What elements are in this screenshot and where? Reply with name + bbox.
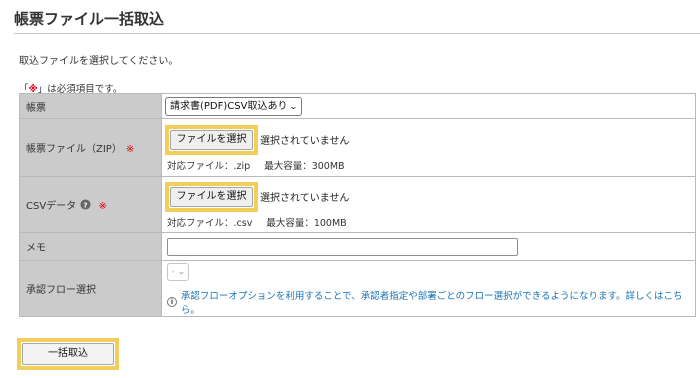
form-row-zip-file: 帳票ファイル（ZIP） ※ ファイルを選択 選択されていません 対応ファイル：.z… bbox=[19, 118, 696, 177]
import-form-table: 帳票 請求書(PDF)CSV取込あり ⌄ 帳票ファイル（ZIP） ※ ファイルを選択… bbox=[19, 93, 696, 317]
form-row-approval-flow: 承認フロー選択 - ⌄ i 承認フローオプションを利用することで、承認者指定や部署… bbox=[19, 260, 696, 317]
zip-file-spec: 対応ファイル：.zip 最大容量：300MB bbox=[167, 158, 695, 172]
zip-file-picker: ファイルを選択 選択されていません bbox=[165, 124, 695, 156]
approval-flow-value-cell: - ⌄ i 承認フローオプションを利用することで、承認者指定や部署ごとのフロー選択… bbox=[161, 260, 696, 317]
zip-spec-size: 最大容量：300MB bbox=[264, 160, 345, 172]
chevron-down-icon: ⌄ bbox=[176, 267, 186, 276]
template-select[interactable]: 請求書(PDF)CSV取込あり ⌄ bbox=[165, 96, 303, 116]
approval-flow-info: i 承認フローオプションを利用することで、承認者指定や部署ごとのフロー選択ができ… bbox=[167, 288, 695, 316]
page-title: 帳票ファイル一括取込 bbox=[14, 10, 165, 28]
csv-file-value-cell: ファイルを選択 選択されていません 対応ファイル：.csv 最大容量：100MB bbox=[161, 176, 696, 233]
zip-file-label-cell: 帳票ファイル（ZIP） ※ bbox=[19, 118, 162, 177]
approval-flow-select[interactable]: - ⌄ bbox=[167, 263, 189, 281]
csv-file-picker: ファイルを選択 選択されていません bbox=[165, 181, 695, 213]
template-select-value: 請求書(PDF)CSV取込あり bbox=[170, 100, 288, 112]
svg-text:?: ? bbox=[84, 200, 88, 209]
template-value-cell: 請求書(PDF)CSV取込あり ⌄ bbox=[161, 93, 696, 119]
form-row-memo: メモ bbox=[19, 232, 696, 261]
instruction-text: 取込ファイルを選択してください。 bbox=[19, 56, 179, 67]
zip-file-button-highlight: ファイルを選択 bbox=[165, 124, 258, 155]
zip-file-label: 帳票ファイル（ZIP） bbox=[26, 144, 122, 155]
required-mark: ※ bbox=[98, 201, 107, 212]
memo-label: メモ bbox=[19, 232, 162, 261]
zip-file-select-button[interactable]: ファイルを選択 bbox=[170, 129, 253, 150]
zip-file-status: 選択されていません bbox=[260, 136, 350, 147]
memo-value-cell bbox=[161, 232, 696, 261]
bulk-import-button[interactable]: 一括取込 bbox=[22, 343, 114, 365]
csv-file-status: 選択されていません bbox=[260, 193, 350, 204]
memo-input[interactable] bbox=[167, 237, 518, 256]
approval-flow-info-link[interactable]: 承認フローオプションを利用することで、承認者指定や部署ごとのフロー選択ができるよ… bbox=[181, 288, 695, 316]
submit-button-highlight: 一括取込 bbox=[17, 338, 119, 370]
csv-spec-type: 対応ファイル：.csv bbox=[167, 217, 253, 229]
csv-file-label: CSVデータ bbox=[26, 201, 77, 212]
template-label: 帳票 bbox=[19, 93, 162, 119]
csv-file-button-highlight: ファイルを選択 bbox=[165, 181, 258, 212]
question-circle-icon[interactable]: ? bbox=[80, 199, 91, 210]
title-divider bbox=[14, 33, 700, 34]
form-row-csv-file: CSVデータ ? ※ ファイルを選択 選択されていません 対応ファイル：.csv… bbox=[19, 176, 696, 233]
info-icon: i bbox=[167, 297, 177, 307]
required-mark: ※ bbox=[125, 144, 135, 155]
csv-file-select-button[interactable]: ファイルを選択 bbox=[170, 186, 253, 207]
csv-file-label-cell: CSVデータ ? ※ bbox=[19, 176, 162, 233]
csv-file-spec: 対応ファイル：.csv 最大容量：100MB bbox=[167, 215, 695, 229]
chevron-down-icon: ⌄ bbox=[289, 101, 299, 111]
form-row-template: 帳票 請求書(PDF)CSV取込あり ⌄ bbox=[19, 93, 696, 119]
approval-flow-select-value: - bbox=[171, 267, 175, 276]
csv-spec-size: 最大容量：100MB bbox=[266, 217, 347, 229]
approval-flow-label: 承認フロー選択 bbox=[19, 260, 162, 317]
zip-file-value-cell: ファイルを選択 選択されていません 対応ファイル：.zip 最大容量：300MB bbox=[161, 118, 696, 177]
zip-spec-type: 対応ファイル：.zip bbox=[167, 160, 251, 172]
